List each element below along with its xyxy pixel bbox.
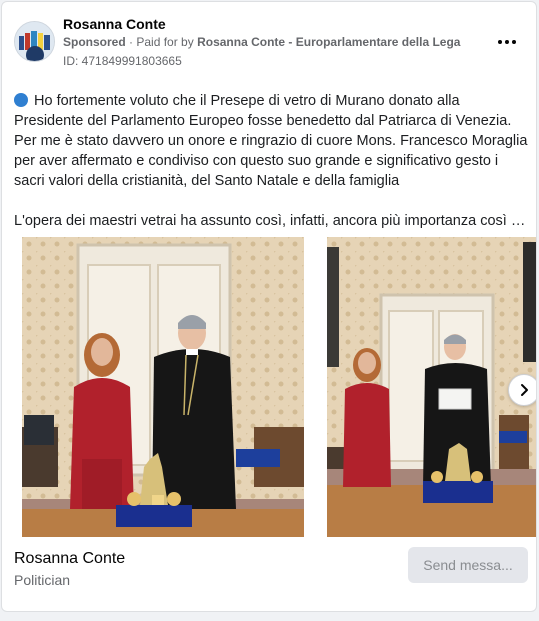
post-paragraph-1: Ho fortemente voluto che il Presepe di v… [14,93,528,189]
blue-circle-icon [14,93,28,107]
post-paragraph-2: L'opera dei maestri vetrai ha assunto co… [14,213,530,229]
carousel-image-1[interactable] [22,237,304,537]
carousel-image-2[interactable] [327,237,536,537]
ad-id: ID: 471849991803665 [63,54,182,68]
chevron-right-icon [521,384,528,396]
paid-for-by[interactable]: Rosanna Conte - Europarlamentare della L… [197,35,460,49]
post-text: Ho fortemente voluto che il Presepe di v… [14,91,530,231]
carousel-next-button[interactable] [508,374,536,406]
ad-card: Rosanna Conte Sponsored · Paid for by Ro… [1,1,537,612]
sponsored-label: Sponsored [63,35,126,49]
paid-for-prefix: Paid for by [136,35,194,49]
sponsored-line: Sponsored · Paid for by Rosanna Conte - … [63,35,460,49]
footer-category: Politician [14,572,71,588]
send-message-button[interactable]: Send messa... [408,547,528,583]
image-carousel[interactable] [2,237,536,537]
more-options-icon [498,40,516,44]
page-name[interactable]: Rosanna Conte [63,16,166,32]
footer-page-name[interactable]: Rosanna Conte [14,550,125,568]
page-avatar[interactable] [14,21,55,62]
more-options-button[interactable] [494,32,520,52]
